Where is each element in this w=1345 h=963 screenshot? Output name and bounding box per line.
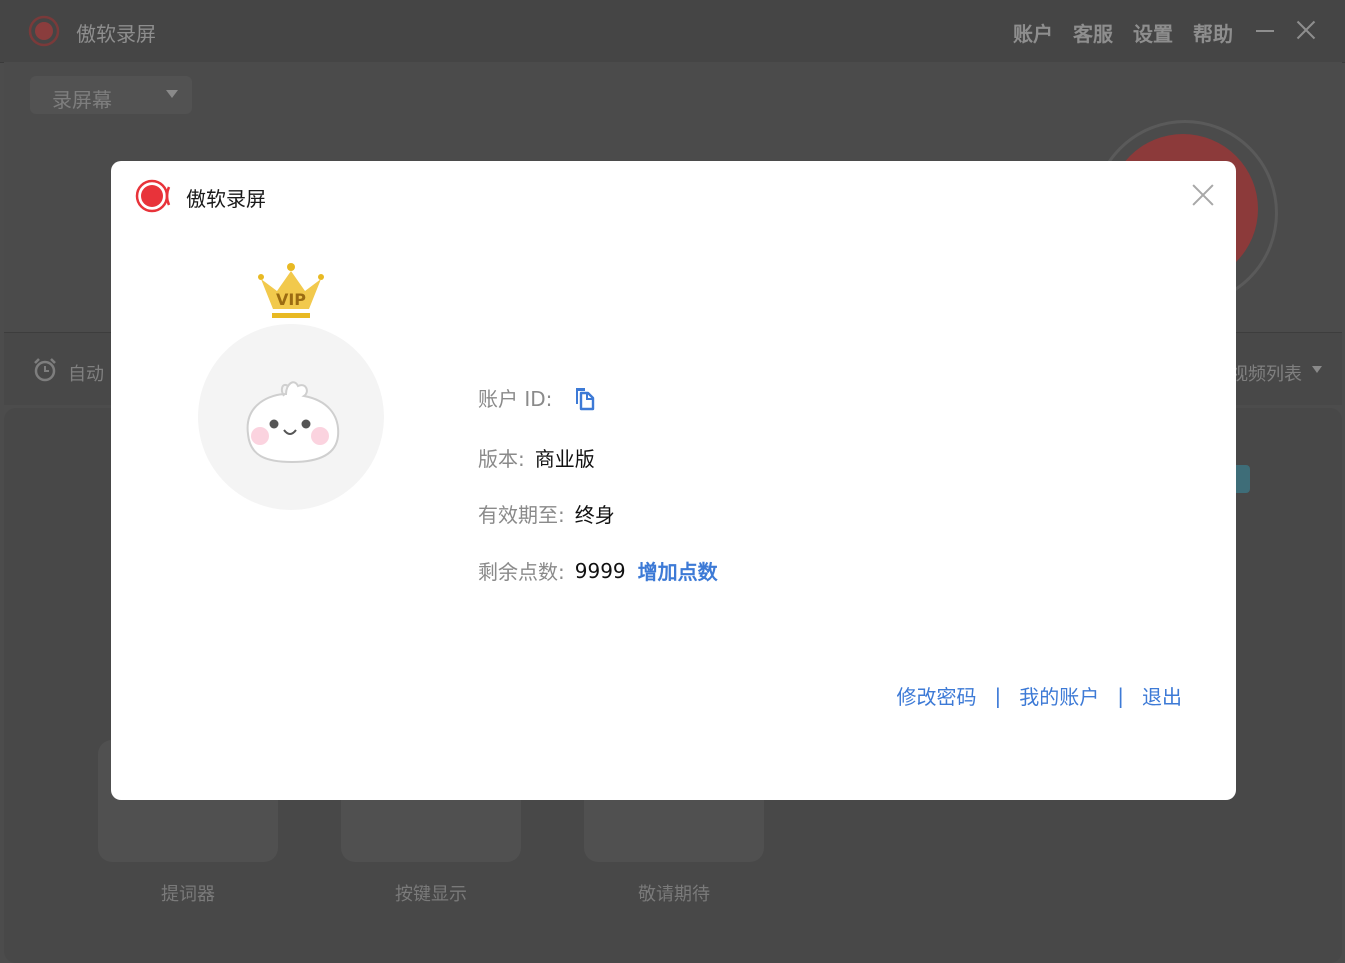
points-row: 剩余点数: 9999 增加点数 [478,556,718,585]
minimize-icon[interactable] [1256,30,1274,32]
window-close-icon[interactable] [1296,20,1316,40]
logout-link[interactable]: 退出 [1142,681,1182,710]
version-value: 商业版 [534,447,595,471]
link-separator: | [994,683,1002,708]
tool-label: 敬请期待 [638,884,710,905]
dialog-title: 傲软录屏 [186,187,266,211]
chevron-down-icon[interactable] [1312,366,1322,373]
change-password-link[interactable]: 修改密码 [897,681,977,710]
vip-crown-icon: VIP [258,263,324,318]
add-points-link[interactable]: 增加点数 [638,556,718,585]
version-row: 版本: 商业版 [478,443,595,472]
auto-stop-label[interactable]: 自动 [68,360,104,386]
top-nav: 账户 客服 设置 帮助 [1013,18,1233,47]
bun-mascot-icon [246,381,340,464]
copy-icon[interactable] [572,385,596,411]
expiry-value: 终身 [574,503,615,527]
alarm-clock-icon [34,358,56,382]
app-logo-icon [135,179,171,213]
my-account-link[interactable]: 我的账户 [1019,681,1099,710]
chevron-down-icon [166,90,178,98]
account-dialog: 傲软录屏 VIP 账户 ID: 版本: 商业版 有效期至: 终身 剩余点数: 9… [111,161,1236,800]
version-label: 版本: [478,447,525,471]
account-id-label: 账户 ID: [478,387,553,411]
expiry-row: 有效期至: 终身 [478,499,615,528]
tool-label: 按键显示 [395,884,467,905]
points-label: 剩余点数: [478,560,565,584]
nav-help[interactable]: 帮助 [1193,18,1233,47]
app-title: 傲软录屏 [76,22,156,46]
nav-support[interactable]: 客服 [1073,18,1113,47]
close-icon[interactable] [1191,183,1215,207]
nav-account[interactable]: 账户 [1013,18,1053,47]
video-list-label[interactable]: 视频列表 [1230,360,1302,386]
points-value: 9999 [574,558,626,583]
account-id-row: 账户 ID: [478,383,596,412]
expiry-label: 有效期至: [478,503,565,527]
mode-select[interactable]: 录屏幕 [30,76,192,114]
vip-badge-text: VIP [276,290,306,309]
tool-label: 提词器 [161,884,215,905]
link-separator: | [1117,683,1124,708]
account-links: 修改密码 | 我的账户 | 退出 [897,681,1183,710]
title-bar: 傲软录屏 账户 客服 设置 帮助 [0,0,1345,63]
avatar[interactable] [198,324,384,510]
app-logo-icon [28,15,60,47]
mode-select-label: 录屏幕 [52,88,112,112]
nav-settings[interactable]: 设置 [1133,18,1173,47]
